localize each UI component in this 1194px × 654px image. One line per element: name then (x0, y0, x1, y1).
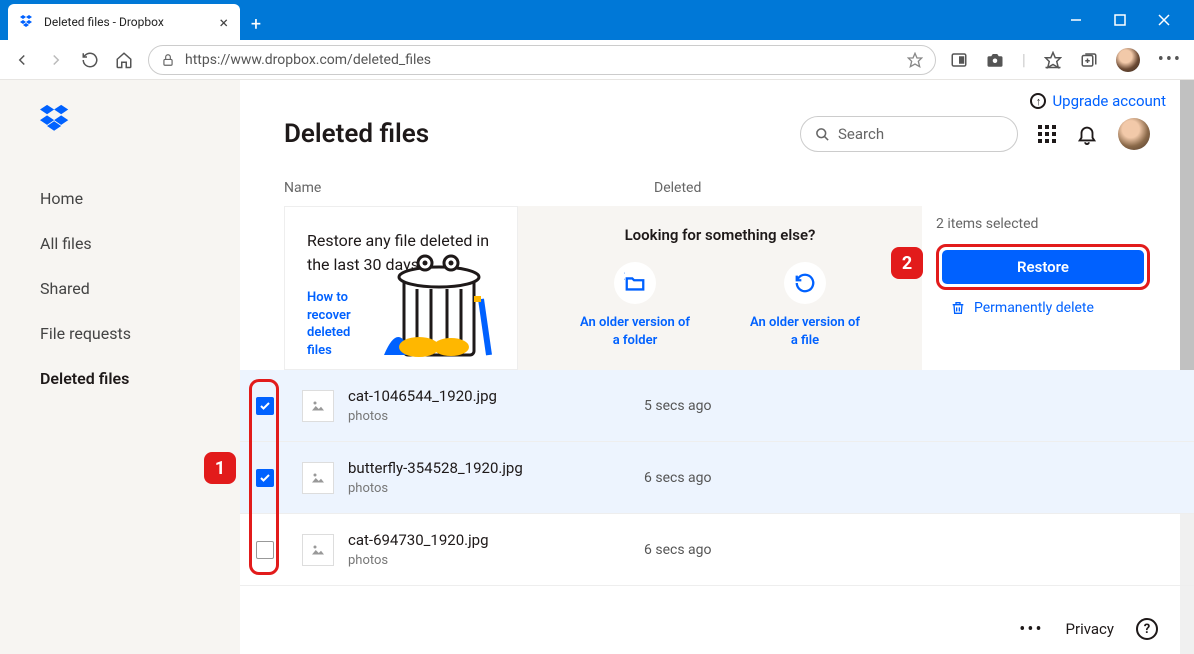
more-options-icon[interactable]: ••• (1019, 619, 1043, 640)
search-icon (815, 127, 830, 142)
account-avatar[interactable] (1118, 118, 1150, 150)
sidebar-item-deleted-files[interactable]: Deleted files (40, 356, 240, 401)
col-deleted: Deleted (654, 180, 1150, 196)
more-icon[interactable]: ••• (1158, 49, 1182, 70)
image-icon (302, 390, 334, 422)
browser-tab[interactable]: Deleted files - Dropbox × (8, 4, 240, 40)
upgrade-label: Upgrade account (1052, 92, 1166, 110)
url-text: https://www.dropbox.com/deleted_files (185, 52, 897, 68)
close-tab-icon[interactable]: × (219, 13, 228, 32)
permanently-delete-button[interactable]: Permanently delete (936, 300, 1150, 316)
apps-icon[interactable] (1038, 125, 1056, 143)
favorites-icon[interactable] (1044, 51, 1062, 69)
annotation-2: 2 (891, 247, 923, 279)
dropbox-icon (20, 14, 36, 30)
upgrade-link[interactable]: ↑ Upgrade account (1030, 92, 1166, 110)
file-row[interactable]: cat-694730_1920.jpg photos 6 secs ago (240, 514, 1194, 586)
nav-bar: https://www.dropbox.com/deleted_files | … (0, 40, 1194, 80)
file-name: cat-1046544_1920.jpg (348, 387, 644, 405)
forward-button[interactable] (46, 50, 66, 70)
tab-title: Deleted files - Dropbox (44, 15, 164, 29)
sidebar-item-all-files[interactable]: All files (40, 221, 240, 266)
file-history-icon (794, 272, 816, 294)
annotation-1: 1 (204, 452, 236, 484)
browser-profile-avatar[interactable] (1116, 48, 1140, 72)
header-row: Deleted files Search (240, 110, 1194, 152)
selection-panel: 2 items selected 2 Restore Permanently d… (936, 206, 1150, 370)
help-icon[interactable]: ? (1136, 618, 1158, 640)
file-folder: photos (348, 409, 644, 424)
file-list: 1 cat-1046544_1920.jpg photos 5 secs ago… (240, 370, 1194, 586)
home-button[interactable] (114, 50, 134, 70)
close-window-button[interactable] (1154, 10, 1174, 30)
sidebar: HomeAll filesSharedFile requestsDeleted … (0, 80, 240, 654)
sidebar-item-shared[interactable]: Shared (40, 266, 240, 311)
reader-icon[interactable] (950, 51, 968, 69)
file-name: cat-694730_1920.jpg (348, 531, 644, 549)
footer: ••• Privacy ? (1019, 618, 1158, 640)
file-folder: photos (348, 553, 644, 568)
restore-button[interactable]: Restore (942, 250, 1144, 284)
privacy-link[interactable]: Privacy (1066, 620, 1114, 638)
looking-for-card: Looking for something else? An older ver… (518, 206, 922, 370)
option-label: An older version of a file (750, 314, 860, 349)
restore-info-card: Restore any file deleted in the last 30 … (284, 206, 518, 370)
new-tab-button[interactable]: + (240, 8, 272, 40)
minimize-button[interactable] (1066, 10, 1086, 30)
file-row[interactable]: butterfly-354528_1920.jpg photos 6 secs … (240, 442, 1194, 514)
annotation-1-box (249, 379, 279, 575)
collections-icon[interactable] (1080, 51, 1098, 69)
annotation-2-box: 2 Restore (936, 244, 1150, 290)
trash-icon (950, 300, 966, 316)
file-folder: photos (348, 481, 644, 496)
file-deleted-time: 6 secs ago (644, 542, 711, 558)
maximize-button[interactable] (1110, 10, 1130, 30)
main-content: ↑ Upgrade account Deleted files Search N… (240, 80, 1194, 654)
dropbox-logo[interactable] (40, 104, 74, 134)
folder-history-icon (624, 272, 646, 294)
address-bar[interactable]: https://www.dropbox.com/deleted_files (148, 45, 936, 75)
upgrade-icon: ↑ (1030, 93, 1046, 109)
image-icon (302, 462, 334, 494)
trash-illustration (369, 249, 499, 359)
file-deleted-time: 5 secs ago (644, 398, 711, 414)
file-name: butterfly-354528_1920.jpg (348, 459, 644, 477)
looking-for-title: Looking for something else? (625, 226, 816, 244)
info-cards: Restore any file deleted in the last 30 … (284, 206, 922, 370)
topbar: ↑ Upgrade account (240, 80, 1194, 110)
file-deleted-time: 6 secs ago (644, 470, 711, 486)
app: HomeAll filesSharedFile requestsDeleted … (0, 80, 1194, 654)
refresh-button[interactable] (80, 50, 100, 70)
selection-count: 2 items selected (936, 216, 1150, 232)
page-title: Deleted files (284, 119, 780, 149)
window-controls (1066, 0, 1194, 40)
notifications-icon[interactable] (1076, 123, 1098, 145)
tab-strip: Deleted files - Dropbox × + (0, 0, 1194, 40)
older-folder-option[interactable]: An older version of a folder (580, 262, 690, 349)
browser-actions: | ••• (950, 48, 1182, 72)
option-label: An older version of a folder (580, 314, 690, 349)
col-name: Name (284, 180, 654, 196)
search-input[interactable]: Search (800, 116, 1018, 152)
back-button[interactable] (12, 50, 32, 70)
favorite-icon[interactable] (907, 52, 923, 68)
image-icon (302, 534, 334, 566)
sidebar-item-file-requests[interactable]: File requests (40, 311, 240, 356)
search-placeholder: Search (838, 125, 884, 143)
lock-icon (161, 53, 175, 67)
file-row[interactable]: cat-1046544_1920.jpg photos 5 secs ago (240, 370, 1194, 442)
perm-delete-label: Permanently delete (974, 300, 1094, 316)
column-headers: Name Deleted (240, 152, 1194, 206)
how-to-recover-link[interactable]: How to recover deleted files (307, 289, 367, 359)
older-file-option[interactable]: An older version of a file (750, 262, 860, 349)
browser-chrome: Deleted files - Dropbox × + https://www.… (0, 0, 1194, 80)
sidebar-item-home[interactable]: Home (40, 176, 240, 221)
camera-icon[interactable] (986, 51, 1004, 69)
